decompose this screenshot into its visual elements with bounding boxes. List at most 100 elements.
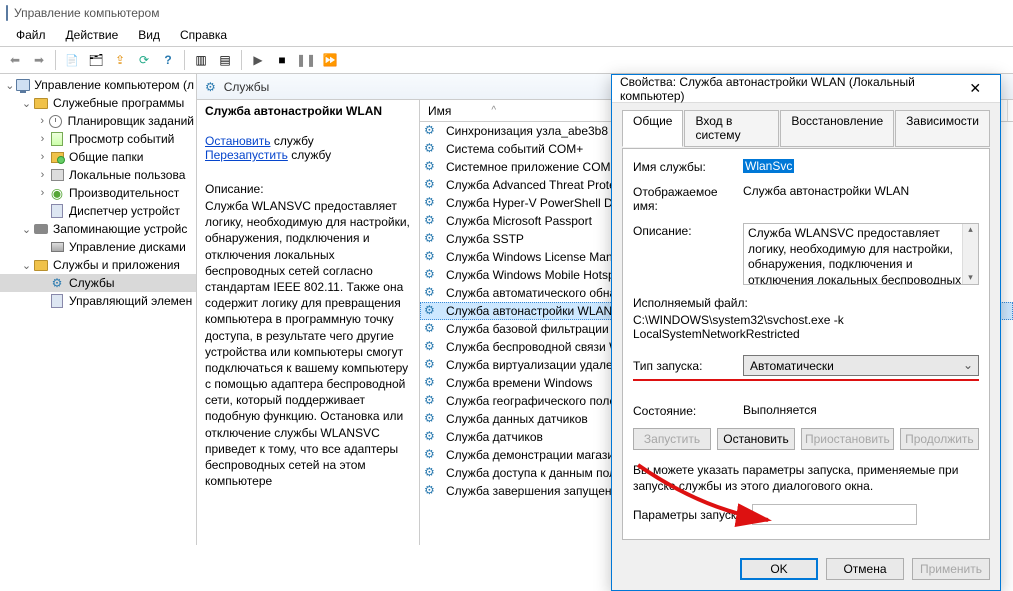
tree-node-tools[interactable]: ⌄ Служебные программы — [0, 94, 196, 112]
service-name-label: Имя службы: — [633, 159, 743, 174]
toolbar: ⬅ ➡ 📄 🗂 ⇪ ⟳ ? ▥ ▤ ▶ ■ ❚❚ ⏩ — [0, 46, 1013, 74]
menu-action[interactable]: Действие — [56, 26, 129, 46]
dialog-title: Свойства: Служба автонастройки WLAN (Лок… — [620, 75, 958, 103]
tree-twisty[interactable]: › — [36, 169, 49, 181]
forward-button[interactable]: ➡ — [28, 49, 50, 71]
desc-value[interactable]: Служба WLANSVC предоставляет логику, нео… — [743, 223, 979, 285]
dialog-titlebar[interactable]: Свойства: Служба автонастройки WLAN (Лок… — [612, 75, 1000, 103]
tree-twisty[interactable]: › — [36, 151, 49, 163]
desc-scrollbar[interactable]: ▴▾ — [962, 224, 978, 284]
up-button[interactable]: 📄 — [61, 49, 83, 71]
stop-button[interactable]: Остановить — [717, 428, 795, 450]
gear-icon: ⚙ — [424, 249, 440, 265]
display-name-label: Отображаемое имя: — [633, 184, 743, 213]
tree-node-services[interactable]: ⚙Службы — [0, 274, 196, 292]
pause-svc-button[interactable]: ❚❚ — [295, 49, 317, 71]
pane-title: Службы — [224, 80, 269, 94]
storage-icon — [33, 221, 49, 237]
params-input[interactable] — [752, 504, 917, 525]
gear-icon: ⚙ — [424, 285, 440, 301]
tree-node-apps[interactable]: ⌄Службы и приложения — [0, 256, 196, 274]
start-svc-button[interactable]: ▶ — [247, 49, 269, 71]
tree-label: Служебные программы — [53, 96, 184, 110]
tab-logon[interactable]: Вход в систему — [684, 110, 779, 147]
service-name: Служба географического поло — [446, 394, 616, 408]
tree-twisty[interactable]: ⌄ — [20, 259, 33, 272]
tree-label: Производительност — [69, 186, 179, 200]
apply-button[interactable]: Применить — [912, 558, 990, 580]
window-title: Управление компьютером — [14, 6, 159, 20]
service-name: Служба автоматического обна — [446, 286, 616, 300]
tree-label: Управление дисками — [69, 240, 186, 254]
export-button[interactable]: ⇪ — [109, 49, 131, 71]
status-label: Состояние: — [633, 403, 743, 418]
start-button[interactable]: Запустить — [633, 428, 711, 450]
tree-node-perf[interactable]: ›◉ Производительност — [0, 184, 196, 202]
service-name: Служба автонастройки WLAN — [446, 304, 612, 318]
menu-file[interactable]: Файл — [6, 26, 56, 46]
tree-node-root[interactable]: ⌄Управление компьютером (л — [0, 76, 196, 94]
stop-service-link[interactable]: Остановить — [205, 134, 271, 148]
help-button[interactable]: ? — [157, 49, 179, 71]
wmi-icon — [49, 293, 65, 309]
perf-icon: ◉ — [49, 185, 65, 201]
ok-button[interactable]: OK — [740, 558, 818, 580]
gear-icon: ⚙ — [424, 483, 440, 499]
titlebar: Управление компьютером — [0, 0, 1013, 26]
menu-help[interactable]: Справка — [170, 26, 237, 46]
tree-node-wmi[interactable]: Управляющий элемен — [0, 292, 196, 310]
service-name-value: WlanSvc — [743, 159, 794, 173]
exe-value: C:\WINDOWS\system32\svchost.exe -k Local… — [633, 313, 979, 341]
app-icon — [6, 6, 8, 20]
tree-node-storage[interactable]: ⌄Запоминающие устройс — [0, 220, 196, 238]
tree-node-devmgr[interactable]: Диспетчер устройст — [0, 202, 196, 220]
nav-tree[interactable]: ⌄Управление компьютером (л⌄Служебные про… — [0, 74, 197, 545]
menu-view[interactable]: Вид — [128, 26, 170, 46]
gear-icon: ⚙ — [424, 267, 440, 283]
service-name: Служба базовой фильтрации — [446, 322, 609, 336]
service-name: Система событий COM+ — [446, 142, 583, 156]
tree-twisty[interactable]: ⌄ — [20, 97, 33, 110]
view2-button[interactable]: ▤ — [214, 49, 236, 71]
properties-button[interactable]: 🗂 — [85, 49, 107, 71]
cancel-button[interactable]: Отмена — [826, 558, 904, 580]
gear-icon: ⚙ — [424, 339, 440, 355]
resume-button[interactable]: Продолжить — [900, 428, 979, 450]
dialog-tabs: Общие Вход в систему Восстановление Зави… — [622, 109, 990, 146]
tab-recovery[interactable]: Восстановление — [780, 110, 894, 147]
gear-icon: ⚙ — [424, 465, 440, 481]
tree-node-eventvwr[interactable]: ›Просмотр событий — [0, 130, 196, 148]
tab-general[interactable]: Общие — [622, 110, 683, 147]
service-name: Служба доступа к данным полу — [446, 466, 622, 480]
close-button[interactable]: ✕ — [958, 77, 992, 101]
restart-svc-button[interactable]: ⏩ — [319, 49, 341, 71]
gear-icon: ⚙ — [424, 123, 440, 139]
view1-button[interactable]: ▥ — [190, 49, 212, 71]
scheduler-icon — [48, 113, 63, 129]
column-resize-grip[interactable] — [1007, 100, 1013, 121]
back-button[interactable]: ⬅ — [4, 49, 26, 71]
restart-service-link[interactable]: Перезапустить — [205, 148, 288, 162]
refresh-button[interactable]: ⟳ — [133, 49, 155, 71]
service-name: Служба Hyper-V PowerShell Dir — [446, 196, 619, 210]
startup-type-select[interactable]: Автоматически — [743, 355, 979, 376]
service-name: Служба завершения запущен — [446, 484, 612, 498]
tree-twisty[interactable]: › — [36, 187, 49, 199]
tree-node-users[interactable]: ›Локальные пользова — [0, 166, 196, 184]
tree-twisty[interactable]: ⌄ — [20, 223, 33, 236]
tree-node-scheduler[interactable]: ›Планировщик заданий — [0, 112, 196, 130]
tree-twisty[interactable]: › — [36, 115, 48, 127]
tree-twisty[interactable]: ⌄ — [4, 79, 16, 92]
tab-dependencies[interactable]: Зависимости — [895, 110, 990, 147]
tree-node-shared[interactable]: ›Общие папки — [0, 148, 196, 166]
description-label: Описание: — [205, 182, 411, 196]
root-icon — [16, 77, 30, 93]
stop-svc-button[interactable]: ■ — [271, 49, 293, 71]
pause-button[interactable]: Приостановить — [801, 428, 894, 450]
tree-twisty[interactable]: › — [36, 133, 49, 145]
detail-panel: Служба автонастройки WLAN Остановить слу… — [197, 100, 420, 545]
diskmgr-icon — [49, 239, 65, 255]
desc-label: Описание: — [633, 223, 743, 238]
tree-node-diskmgr[interactable]: Управление дисками — [0, 238, 196, 256]
service-name: Служба времени Windows — [446, 376, 593, 390]
